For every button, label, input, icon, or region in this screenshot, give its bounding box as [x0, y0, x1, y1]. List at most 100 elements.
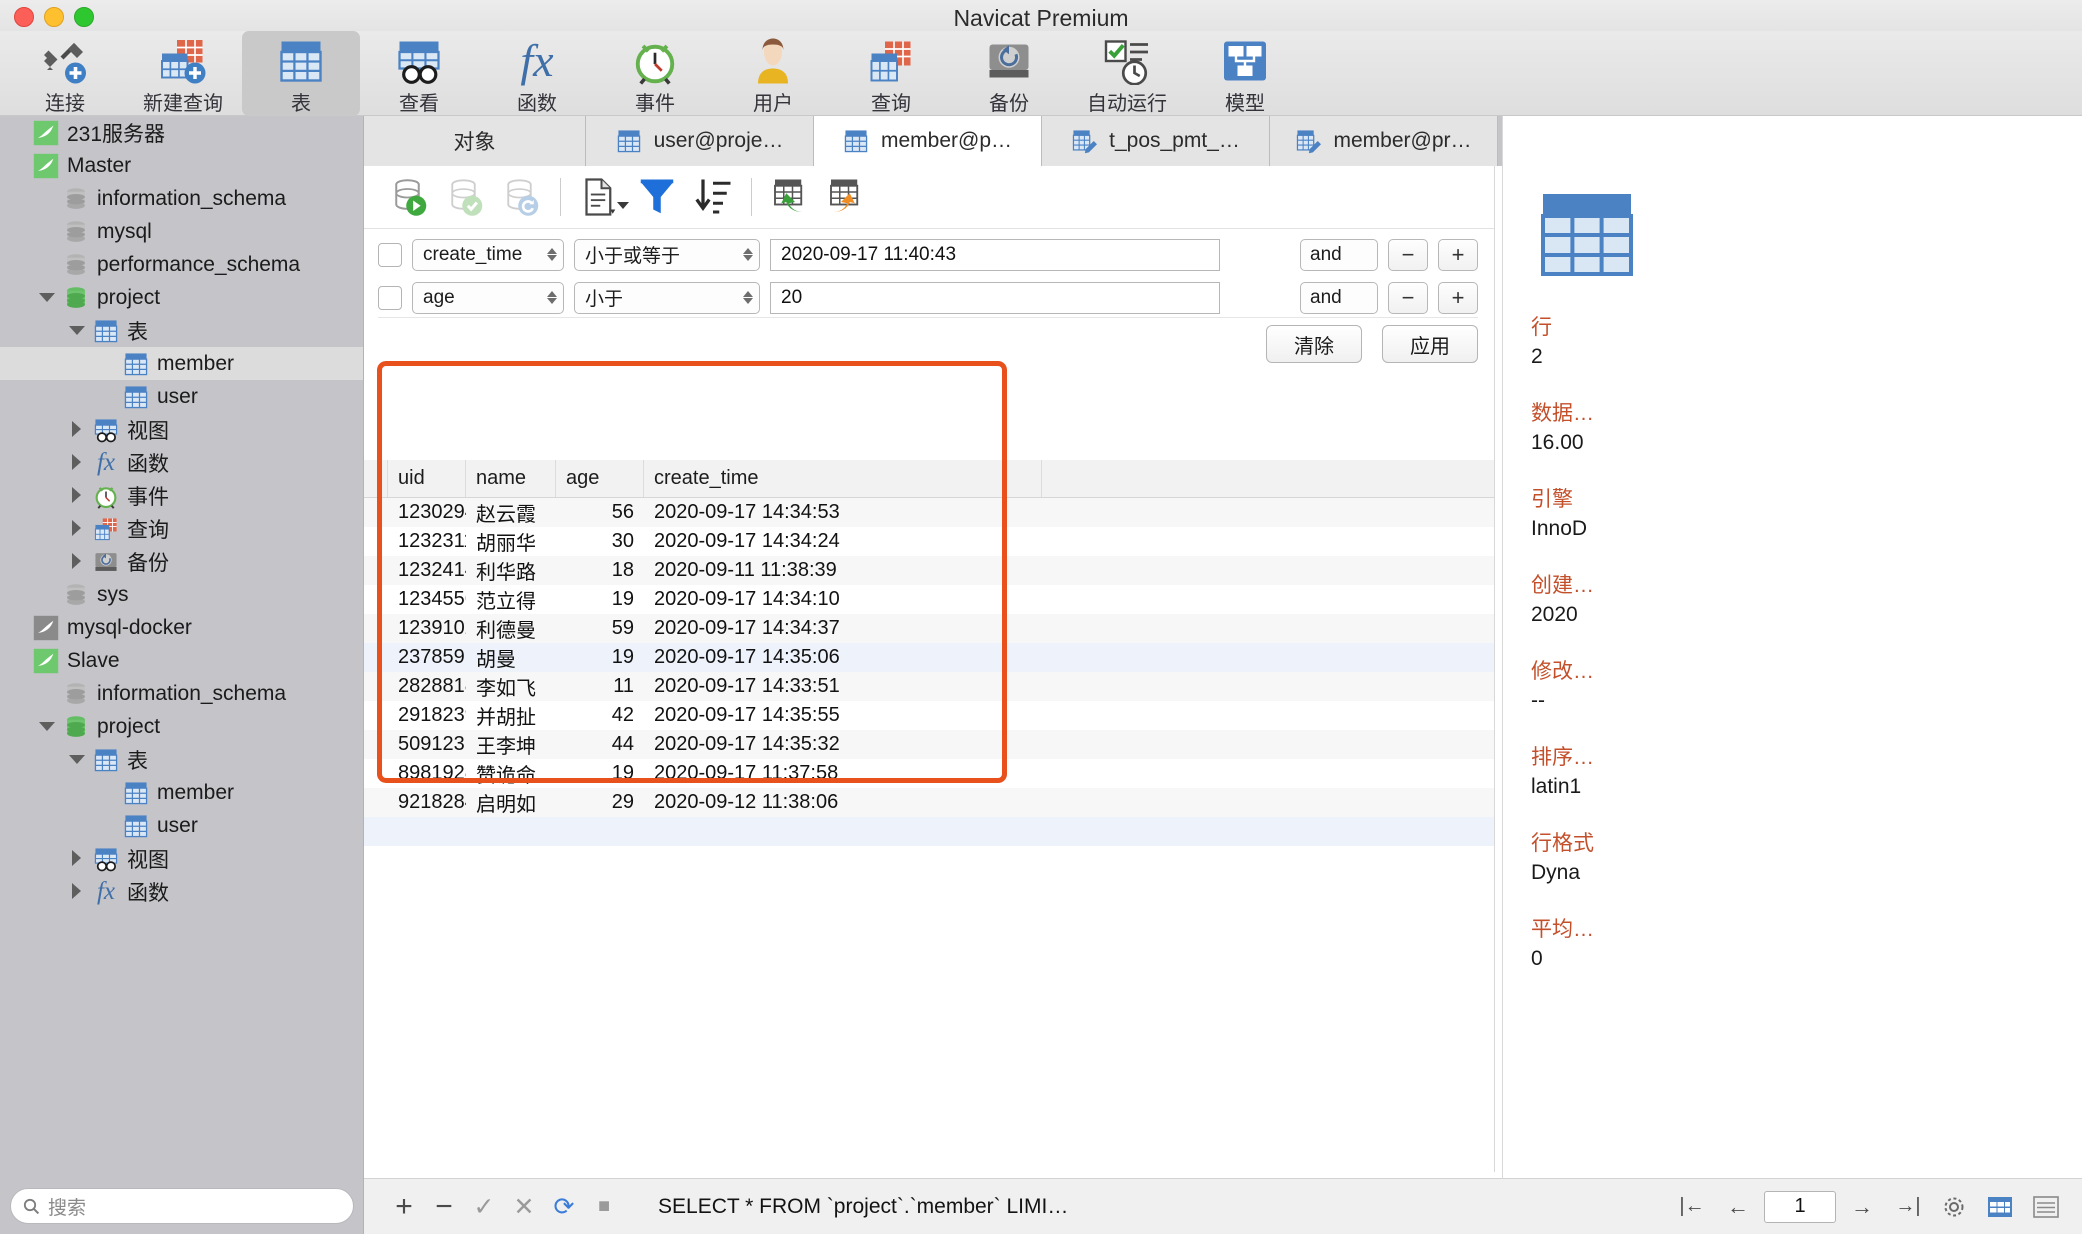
grid-cell-create-time[interactable]: 2020-09-17 14:35:06: [644, 643, 1042, 672]
grid-cell-uid[interactable]: 28288181: [388, 672, 466, 701]
grid-cell-uid[interactable]: 5091231: [388, 730, 466, 759]
tree-item-information_schema[interactable]: information_schema: [0, 182, 363, 215]
grid-cell-name[interactable]: 赞诡命: [466, 759, 556, 788]
grid-cell-age[interactable]: 19: [556, 759, 644, 788]
grid-cell-name[interactable]: 利德曼: [466, 614, 556, 643]
toolbar-button-备份[interactable]: 备份: [950, 31, 1068, 116]
grid-row[interactable]: 12323112胡丽华302020-09-17 14:34:24: [364, 527, 1494, 556]
grid-column-header[interactable]: name: [466, 460, 556, 497]
filter-operator-select[interactable]: 小于: [574, 281, 760, 314]
twisty-right-icon[interactable]: [68, 850, 85, 867]
filter-field-select[interactable]: age: [412, 281, 564, 314]
grid-cell-create-time[interactable]: 2020-09-17 14:35:55: [644, 701, 1042, 730]
grid-cell-uid[interactable]: 12391023: [388, 614, 466, 643]
grid-cell-name[interactable]: 赵云霞: [466, 498, 556, 527]
grid-cell-uid[interactable]: 92182848: [388, 788, 466, 817]
grid-cell-uid[interactable]: 89819289: [388, 759, 466, 788]
toolbar-button-查询[interactable]: 查询: [832, 31, 950, 116]
import-wizard-button[interactable]: [762, 170, 818, 224]
export-wizard-button[interactable]: [818, 170, 874, 224]
delete-record-button[interactable]: −: [424, 1187, 464, 1227]
form-view-icon[interactable]: [2026, 1187, 2066, 1227]
clear-filter-button[interactable]: 清除: [1266, 325, 1362, 363]
toolbar-button-查看[interactable]: 查看: [360, 31, 478, 116]
first-page-button[interactable]: |←: [1672, 1187, 1712, 1227]
grid-cell-age[interactable]: 44: [556, 730, 644, 759]
tree-item-Slave[interactable]: Slave: [0, 644, 363, 677]
sort-button[interactable]: [685, 170, 741, 224]
grid-cell-create-time[interactable]: 2020-09-12 11:38:06: [644, 788, 1042, 817]
grid-column-header[interactable]: create_time: [644, 460, 1042, 497]
next-page-button[interactable]: →: [1842, 1187, 1882, 1227]
apply-filter-button[interactable]: 应用: [1382, 325, 1478, 363]
twisty-right-icon[interactable]: [68, 421, 85, 438]
toolbar-button-新建查询[interactable]: 新建查询: [124, 31, 242, 116]
chevron-down-icon[interactable]: [617, 201, 629, 209]
stop-button[interactable]: ■: [584, 1187, 624, 1227]
grid-row[interactable]: 92182848启明如292020-09-12 11:38:06: [364, 788, 1494, 817]
tree-item-表[interactable]: 表: [0, 314, 363, 347]
tree-item-project[interactable]: project: [0, 710, 363, 743]
tree-item-project[interactable]: project: [0, 281, 363, 314]
grid-row[interactable]: 2378591胡曼192020-09-17 14:35:06: [364, 643, 1494, 672]
grid-cell-age[interactable]: 18: [556, 556, 644, 585]
refresh-button[interactable]: ⟳: [544, 1187, 584, 1227]
toolbar-button-模型[interactable]: 模型: [1186, 31, 1304, 116]
grid-view-icon[interactable]: [1980, 1187, 2020, 1227]
twisty-down-icon[interactable]: [68, 751, 85, 768]
remove-filter-row-button[interactable]: −: [1388, 281, 1428, 314]
discard-change-button[interactable]: ✕: [504, 1187, 544, 1227]
toolbar-button-用户[interactable]: 用户: [714, 31, 832, 116]
twisty-down-icon[interactable]: [38, 289, 55, 306]
filter-conjunction-select[interactable]: and: [1300, 238, 1378, 271]
editor-tab-4[interactable]: member@pr…: [1270, 116, 1498, 166]
editor-tab-3[interactable]: t_pos_pmt_…: [1042, 116, 1270, 166]
page-number-input[interactable]: 1: [1764, 1190, 1836, 1223]
twisty-right-icon[interactable]: [68, 487, 85, 504]
grid-row[interactable]: 12302948赵云霞562020-09-17 14:34:53: [364, 498, 1494, 527]
grid-cell-create-time[interactable]: 2020-09-17 14:34:37: [644, 614, 1042, 643]
filter-value-input[interactable]: 2020-09-17 11:40:43: [770, 238, 1220, 271]
twisty-down-icon[interactable]: [68, 322, 85, 339]
grid-cell-uid[interactable]: 1234556: [388, 585, 466, 614]
grid-cell-age[interactable]: 56: [556, 498, 644, 527]
filter-field-select[interactable]: create_time: [412, 238, 564, 271]
grid-row[interactable]: 89819289赞诡命192020-09-17 11:37:58: [364, 759, 1494, 788]
toolbar-button-表[interactable]: 表: [242, 31, 360, 116]
tree-item-视图[interactable]: 视图: [0, 842, 363, 875]
filter-row-checkbox[interactable]: [378, 285, 402, 310]
grid-cell-name[interactable]: 并胡扯: [466, 701, 556, 730]
grid-cell-name[interactable]: 范立得: [466, 585, 556, 614]
tree-item-sys[interactable]: sys: [0, 578, 363, 611]
grid-cell-create-time[interactable]: 2020-09-11 11:38:39: [644, 556, 1042, 585]
tree-item-事件[interactable]: 事件: [0, 479, 363, 512]
add-filter-row-button[interactable]: +: [1438, 281, 1478, 314]
toolbar-button-事件[interactable]: 事件: [596, 31, 714, 116]
grid-cell-age[interactable]: 29: [556, 788, 644, 817]
grid-cell-age[interactable]: 19: [556, 585, 644, 614]
filter-value-input[interactable]: 20: [770, 281, 1220, 314]
toolbar-button-函数[interactable]: fx 函数: [478, 31, 596, 116]
editor-tab-0[interactable]: 对象: [364, 116, 586, 166]
grid-column-header[interactable]: age: [556, 460, 644, 497]
toolbar-button-连接[interactable]: 连接: [6, 31, 124, 116]
twisty-right-icon[interactable]: [68, 553, 85, 570]
tree-item-函数[interactable]: fx 函数: [0, 446, 363, 479]
grid-row[interactable]: 12391023利德曼592020-09-17 14:34:37: [364, 614, 1494, 643]
twisty-down-icon[interactable]: [38, 718, 55, 735]
filter-conjunction-select[interactable]: and: [1300, 281, 1378, 314]
grid-cell-name[interactable]: 启明如: [466, 788, 556, 817]
filter-button[interactable]: [629, 170, 685, 224]
apply-change-button[interactable]: ✓: [464, 1187, 504, 1227]
gear-icon[interactable]: [1934, 1187, 1974, 1227]
grid-cell-age[interactable]: 59: [556, 614, 644, 643]
grid-cell-age[interactable]: 42: [556, 701, 644, 730]
grid-cell-age[interactable]: 30: [556, 527, 644, 556]
editor-tab-1[interactable]: user@proje…: [586, 116, 814, 166]
rollback-button[interactable]: [494, 170, 550, 224]
add-record-button[interactable]: +: [384, 1187, 424, 1227]
commit-button[interactable]: [438, 170, 494, 224]
tree-item-表[interactable]: 表: [0, 743, 363, 776]
last-page-button[interactable]: →|: [1888, 1187, 1928, 1227]
begin-transaction-button[interactable]: [382, 170, 438, 224]
